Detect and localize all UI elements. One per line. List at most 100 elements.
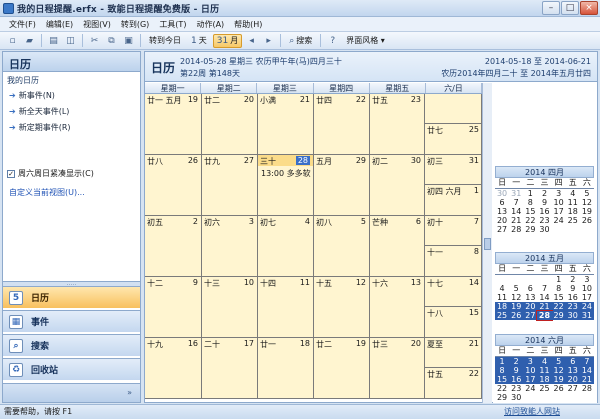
mini-day[interactable]: 24: [579, 302, 594, 311]
new-document-icon[interactable]: ▫: [6, 34, 19, 47]
mini-day[interactable]: 22: [551, 302, 566, 311]
mini-day[interactable]: 22: [523, 216, 537, 225]
mini-day[interactable]: 4: [566, 189, 580, 198]
mini-day[interactable]: 10: [580, 284, 594, 293]
calendar-event[interactable]: 13:00 多多软: [261, 168, 311, 179]
mini-day[interactable]: 24: [523, 384, 537, 393]
mini-day[interactable]: 24: [552, 216, 566, 225]
day-cell[interactable]: 十四 11: [258, 277, 314, 338]
nav-calendar[interactable]: 5 日历: [3, 286, 140, 308]
mini-day[interactable]: 14: [537, 293, 551, 302]
day-cell[interactable]: 廿八 26: [145, 155, 202, 216]
saturday-cell[interactable]: 夏至 21: [425, 338, 482, 368]
close-button[interactable]: ×: [580, 1, 598, 15]
website-link[interactable]: 访问致能人网站: [504, 405, 560, 419]
day-view-button[interactable]: 1天: [187, 34, 211, 48]
mini-day[interactable]: 12: [551, 366, 566, 375]
mini-day[interactable]: 27: [566, 384, 580, 393]
mini-day[interactable]: 6: [523, 284, 537, 293]
mini-day[interactable]: 15: [552, 293, 566, 302]
saturday-cell[interactable]: [425, 94, 482, 124]
copy-icon[interactable]: ⧉: [105, 34, 118, 47]
mini-day[interactable]: 17: [552, 207, 566, 216]
menu-file[interactable]: 文件(F): [4, 17, 41, 32]
menu-help[interactable]: 帮助(H): [229, 17, 267, 32]
day-cell[interactable]: 廿三 20: [370, 338, 425, 399]
mini-day[interactable]: 7: [579, 357, 594, 366]
mini-day[interactable]: 5: [509, 284, 523, 293]
mini-day[interactable]: 11: [495, 293, 509, 302]
mini-day[interactable]: 30: [565, 311, 580, 320]
mini-day[interactable]: 4: [495, 284, 509, 293]
mini-day[interactable]: 16: [566, 293, 580, 302]
sunday-cell[interactable]: 十一 8: [425, 246, 482, 276]
nav-events[interactable]: ▦ 事件: [3, 310, 140, 332]
mini-day[interactable]: 28: [536, 310, 553, 321]
mini-day[interactable]: 16: [537, 207, 551, 216]
mini-day[interactable]: 21: [537, 302, 552, 311]
mini-day[interactable]: 23: [565, 302, 580, 311]
day-cell[interactable]: 廿二 20: [202, 94, 258, 155]
mini-day[interactable]: 23: [537, 216, 551, 225]
mini-day[interactable]: 1: [552, 275, 566, 284]
mini-day[interactable]: 6: [565, 357, 580, 366]
mini-day[interactable]: 3: [552, 189, 566, 198]
mini-day[interactable]: 21: [509, 216, 523, 225]
day-cell[interactable]: 初二 30: [370, 155, 425, 216]
saturday-cell[interactable]: 十七 14: [425, 277, 482, 307]
day-cell[interactable]: 小满 21: [258, 94, 314, 155]
day-cell[interactable]: 十九 16: [145, 338, 202, 399]
mini-day[interactable]: 31: [579, 311, 594, 320]
day-cell[interactable]: 三十 28 13:00 多多软: [258, 155, 314, 216]
day-cell[interactable]: 初八 5: [314, 216, 370, 277]
mini-day[interactable]: 30: [537, 225, 551, 234]
mini-day[interactable]: 23: [509, 384, 523, 393]
mini-day[interactable]: 20: [565, 375, 580, 384]
day-cell[interactable]: 十五 12: [314, 277, 370, 338]
saturday-cell[interactable]: 初三 31: [425, 155, 482, 185]
mini-day[interactable]: 30: [495, 189, 509, 198]
mini-day[interactable]: 30: [509, 393, 523, 402]
mini-day[interactable]: 13: [495, 207, 509, 216]
mini-day[interactable]: 26: [509, 311, 524, 320]
mini-day[interactable]: 2: [566, 275, 580, 284]
mini-day[interactable]: 28: [509, 225, 523, 234]
paste-icon[interactable]: ▣: [122, 34, 135, 47]
day-cell[interactable]: 十六 13: [370, 277, 425, 338]
sunday-cell[interactable]: 十八 15: [425, 307, 482, 337]
nav-search[interactable]: ⌕ 搜索: [3, 334, 140, 356]
mini-day[interactable]: 31: [509, 189, 523, 198]
open-folder-icon[interactable]: ▰: [23, 34, 36, 47]
mini-day[interactable]: 7: [537, 284, 551, 293]
menu-goto[interactable]: 转到(G): [116, 17, 154, 32]
mini-day[interactable]: 6: [495, 198, 509, 207]
day-cell[interactable]: 廿四 22: [314, 94, 370, 155]
menu-edit[interactable]: 编辑(E): [41, 17, 78, 32]
goto-today-button[interactable]: 转到今日: [145, 34, 185, 48]
mini-day[interactable]: 11: [537, 366, 552, 375]
search-button[interactable]: ⌕ 搜索: [285, 34, 316, 48]
new-allday-event-link[interactable]: ➔ 新全天事件(L): [3, 104, 140, 120]
saturday-cell[interactable]: 初十 7: [425, 216, 482, 246]
mini-day[interactable]: 20: [495, 216, 509, 225]
maximize-button[interactable]: □: [561, 1, 579, 15]
mini-day[interactable]: 29: [495, 393, 509, 402]
calendar-scrollbar[interactable]: [482, 83, 492, 403]
mini-day[interactable]: 13: [565, 366, 580, 375]
day-cell[interactable]: 廿二 19: [314, 338, 370, 399]
mini-day[interactable]: 9: [537, 198, 551, 207]
mini-day[interactable]: 29: [523, 225, 537, 234]
mini-day[interactable]: 14: [509, 207, 523, 216]
mini-day[interactable]: 25: [537, 384, 551, 393]
help-icon[interactable]: ?: [326, 34, 339, 47]
mini-day[interactable]: 2: [509, 357, 524, 366]
mini-day[interactable]: 26: [552, 384, 566, 393]
sunday-cell[interactable]: 廿五 22: [425, 368, 482, 398]
ui-style-dropdown[interactable]: 界面风格 ▾: [342, 34, 389, 48]
mini-day[interactable]: 2: [537, 189, 551, 198]
mini-day[interactable]: 21: [579, 375, 594, 384]
mini-day[interactable]: 8: [495, 366, 510, 375]
mini-day[interactable]: 17: [523, 375, 538, 384]
nav-recycle-bin[interactable]: ♻ 回收站: [3, 358, 140, 380]
mini-day[interactable]: 9: [509, 366, 524, 375]
